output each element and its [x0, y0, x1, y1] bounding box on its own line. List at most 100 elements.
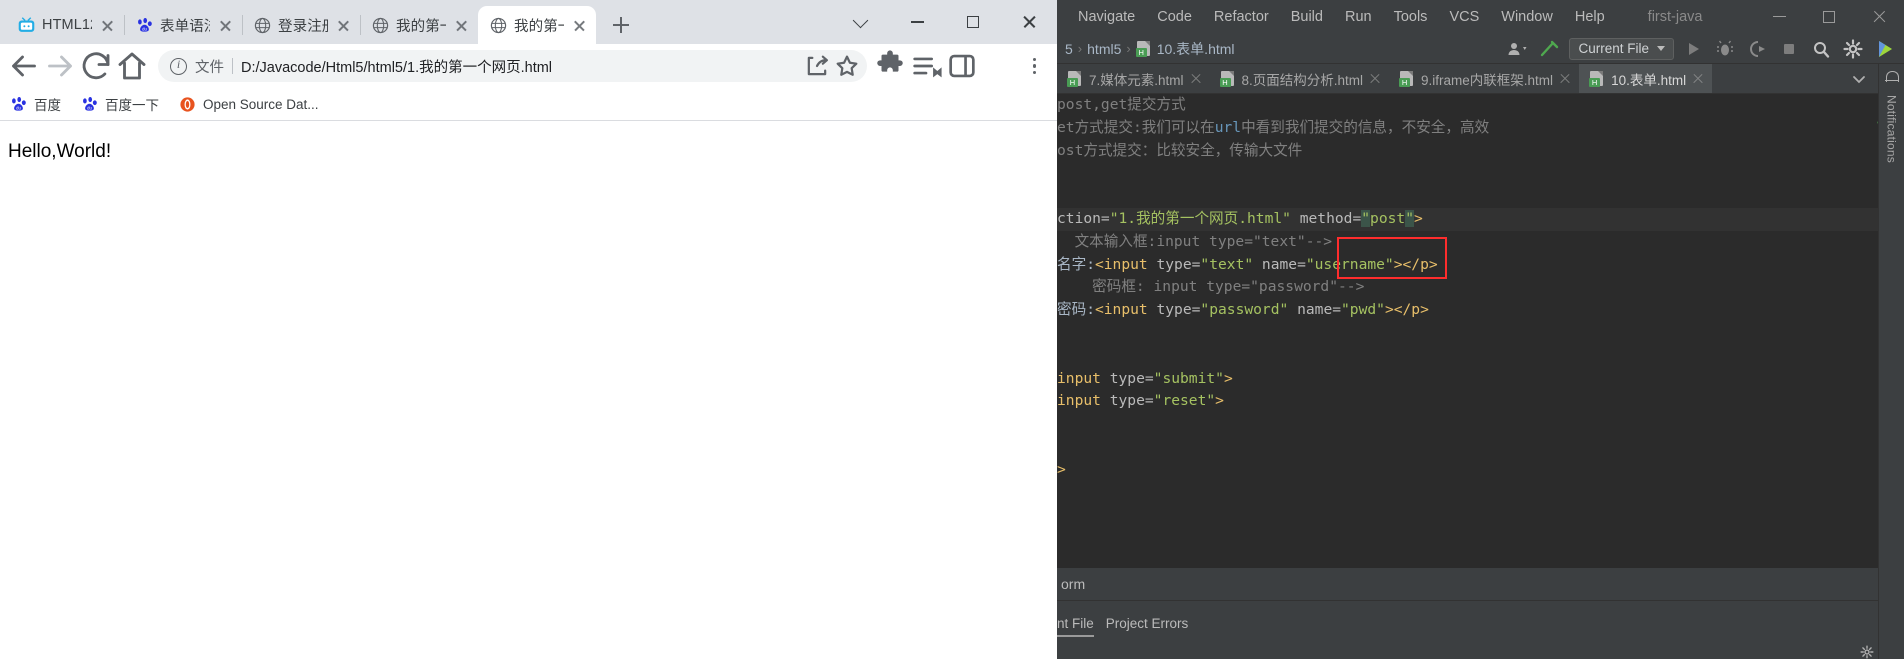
breadcrumb-1[interactable]: html5	[1087, 41, 1121, 57]
code-token: >	[1414, 209, 1423, 227]
html-file-icon: H	[1399, 70, 1415, 87]
run-play-icon	[1689, 42, 1699, 55]
new-tab-button[interactable]	[604, 8, 638, 42]
code-editor-content[interactable]: post,get提交方式 et方式提交:我们可以在url中看到我们提交的信息，不安…	[1057, 94, 1904, 482]
tab-close-icon[interactable]	[335, 17, 352, 34]
browser-tab-4-active[interactable]: 我的第一	[478, 6, 596, 44]
share-button[interactable]	[803, 52, 831, 80]
editor-tab-3-active[interactable]: H 10.表单.html	[1579, 64, 1713, 93]
bell-icon[interactable]	[1885, 70, 1899, 85]
home-icon	[118, 52, 146, 80]
tab-close-icon[interactable]	[571, 17, 588, 34]
run-button[interactable]	[1680, 38, 1706, 60]
browser-menu-button[interactable]	[1017, 49, 1051, 83]
intellij-idea-window: Navigate Code Refactor Build Run Tools V…	[1057, 0, 1904, 659]
menu-code[interactable]: Code	[1146, 9, 1203, 25]
bookmark-item-2[interactable]: Open Source Dat...	[179, 96, 319, 113]
bilibili-icon	[18, 16, 35, 32]
menu-tools[interactable]: Tools	[1383, 9, 1439, 25]
inspections-gear-icon[interactable]	[1860, 645, 1874, 659]
menu-window[interactable]: Window	[1490, 9, 1564, 25]
bookmark-item-0[interactable]: du 百度	[10, 94, 61, 114]
menu-help[interactable]: Help	[1564, 9, 1616, 25]
ide-maximize-button[interactable]	[1804, 0, 1854, 34]
reading-list-button[interactable]	[909, 49, 943, 83]
browser-tab-2[interactable]: 登录注册	[242, 6, 361, 44]
editor-tab-1[interactable]: H 8.页面结构分析.html	[1210, 64, 1390, 93]
menu-vcs[interactable]: VCS	[1438, 9, 1490, 25]
code-token: "	[1405, 209, 1414, 227]
window-minimize-button[interactable]	[889, 0, 945, 44]
search-everywhere-button[interactable]	[1808, 38, 1834, 60]
code-editor[interactable]: post,get提交方式 et方式提交:我们可以在url中看到我们提交的信息，不安…	[1057, 94, 1904, 568]
browser-tab-1[interactable]: du 表单语法	[124, 6, 243, 44]
forward-button[interactable]	[42, 48, 78, 84]
ide-close-button[interactable]	[1854, 0, 1904, 34]
search-magnifier-icon	[1814, 41, 1830, 58]
breadcrumb-0[interactable]: 5	[1065, 41, 1073, 57]
debug-button[interactable]	[1712, 38, 1738, 60]
code-token: input	[1057, 369, 1101, 387]
editor-tab-close-icon[interactable]	[1559, 73, 1571, 85]
bookmark-item-1[interactable]: du 百度一下	[81, 94, 159, 114]
url-scheme-label: 文件	[195, 59, 224, 76]
menu-refactor[interactable]: Refactor	[1203, 9, 1280, 25]
bottom-tab-project-errors[interactable]: Project Errors	[1106, 616, 1201, 639]
tab-close-icon[interactable]	[453, 17, 470, 34]
breadcrumb-2[interactable]: 10.表单.html	[1157, 39, 1235, 59]
tab-close-icon[interactable]	[217, 17, 234, 34]
editor-tab-2[interactable]: H 9.iframe内联框架.html	[1389, 64, 1579, 93]
browser-tab-0[interactable]: HTML12	[6, 6, 125, 44]
editor-tabs-chevron-down-icon[interactable]	[1846, 68, 1872, 90]
tab-close-icon[interactable]	[99, 17, 116, 34]
ide-bottom-panel: orm nt File Project Errors CSDN @恒夏@la	[1057, 568, 1904, 659]
code-line-13: input type="reset">	[1057, 390, 1904, 413]
extensions-button[interactable]	[873, 49, 907, 83]
reload-button[interactable]	[78, 48, 114, 84]
ide-menu-bar: Navigate Code Refactor Build Run Tools V…	[1057, 0, 1904, 34]
menu-build[interactable]: Build	[1280, 9, 1334, 25]
ide-minimize-button[interactable]	[1754, 0, 1804, 34]
editor-tab-close-icon[interactable]	[1190, 73, 1202, 85]
info-circle-icon[interactable]	[170, 57, 187, 75]
code-line-6: 文本输入框:input type="text"-->	[1057, 231, 1904, 254]
code-token: "text"	[1200, 255, 1254, 273]
tab-search-chevron-down-icon[interactable]	[833, 0, 889, 44]
window-maximize-button[interactable]	[945, 0, 1001, 44]
menu-run[interactable]: Run	[1334, 9, 1383, 25]
code-token: method=	[1290, 209, 1362, 227]
code-token: post,get提交方式	[1057, 96, 1186, 113]
menu-navigate[interactable]: Navigate	[1067, 9, 1146, 25]
editor-tab-0[interactable]: H 7.媒体元素.html	[1057, 64, 1210, 93]
back-button[interactable]	[6, 48, 42, 84]
bottom-tab-current-file[interactable]: nt File	[1057, 616, 1106, 639]
bookmark-star-button[interactable]	[833, 52, 861, 80]
intellij-logo-icon[interactable]	[1872, 38, 1898, 60]
side-panel-button[interactable]	[945, 49, 979, 83]
run-configuration-selector[interactable]: Current File	[1569, 37, 1674, 60]
screen-root: HTML12 du 表单语法	[0, 0, 1904, 659]
profile-button[interactable]	[981, 49, 1015, 83]
code-token: ></p>	[1393, 255, 1438, 273]
notifications-label[interactable]: Notifications	[1885, 95, 1899, 163]
browser-tab-3[interactable]: 我的第一	[360, 6, 478, 44]
build-hammer-icon[interactable]	[1537, 38, 1563, 60]
user-dropdown-icon[interactable]	[1505, 38, 1531, 60]
bookmark-label: Open Source Dat...	[203, 96, 319, 112]
url-text[interactable]: D:/Javacode/Html5/html5/1.我的第一个网页.html	[241, 56, 795, 77]
editor-tab-close-icon[interactable]	[1692, 73, 1704, 85]
code-token: "reset"	[1153, 392, 1216, 410]
editor-tab-close-icon[interactable]	[1369, 73, 1381, 85]
run-with-coverage-button[interactable]	[1744, 38, 1770, 60]
bookmark-label: 百度	[34, 98, 61, 113]
editor-tab-label: 10.表单.html	[1611, 72, 1687, 88]
browser-tab-label: 我的第一	[396, 18, 446, 35]
address-bar[interactable]: 文件 D:/Javacode/Html5/html5/1.我的第一个网页.htm…	[158, 50, 867, 82]
code-token: 密码框: input type="password"-->	[1057, 278, 1365, 296]
stop-button[interactable]	[1776, 38, 1802, 60]
settings-button[interactable]	[1840, 38, 1866, 60]
code-token: "username"	[1305, 255, 1394, 273]
window-close-button[interactable]	[1001, 0, 1057, 44]
home-button[interactable]	[114, 48, 150, 84]
code-token: type=	[1100, 369, 1154, 387]
